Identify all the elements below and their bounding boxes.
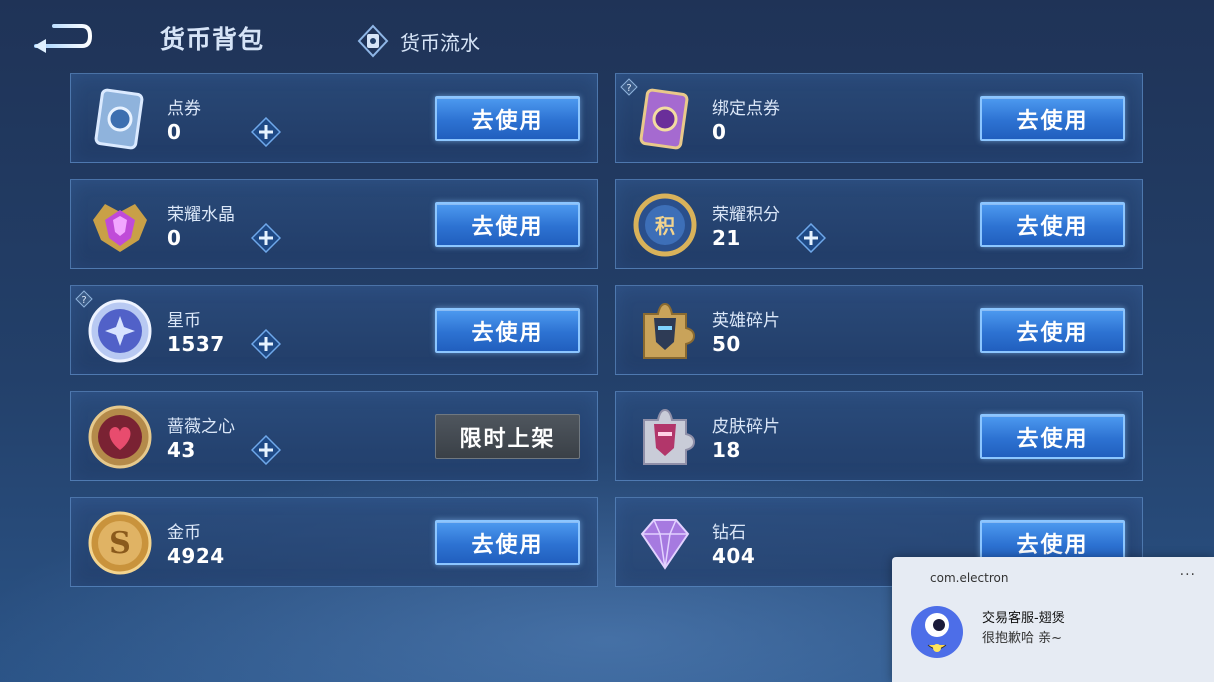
glory-points-icon: 积 (633, 193, 697, 257)
more-options-button[interactable]: ··· (1180, 567, 1196, 583)
currency-amount: 50 (712, 332, 741, 356)
currency-amount: 0 (167, 226, 182, 250)
currency-card-skin-fragment: 皮肤碎片 18 去使用 (615, 391, 1143, 481)
currency-amount: 0 (167, 120, 182, 144)
star-coin-icon (88, 299, 152, 363)
use-button[interactable]: 去使用 (435, 96, 580, 141)
currency-card-glory-points: 积 荣耀积分 21 去使用 (615, 179, 1143, 269)
currency-card-rose-heart: 蔷薇之心 43 限时上架 (70, 391, 598, 481)
rose-heart-icon (88, 405, 152, 469)
add-icon[interactable] (251, 117, 281, 147)
currency-amount: 21 (712, 226, 741, 250)
currency-name: 金币 (167, 523, 201, 543)
currency-name: 钻石 (712, 523, 746, 543)
currency-name: 星币 (167, 311, 201, 331)
notification-sender: 交易客服-翅煲 (982, 611, 1065, 626)
ticket-icon (94, 88, 144, 150)
bound-ticket-icon (639, 88, 689, 150)
currency-name: 荣耀积分 (712, 205, 780, 225)
currency-name: 英雄碎片 (712, 311, 780, 331)
flow-icon (357, 24, 389, 58)
currency-name: 绑定点券 (712, 99, 780, 119)
diamond-icon (640, 519, 690, 570)
notification-app-name: com.electron (930, 571, 1009, 585)
use-button[interactable]: 去使用 (435, 202, 580, 247)
svg-text:积: 积 (655, 214, 675, 238)
avatar (911, 606, 963, 658)
add-icon[interactable] (796, 223, 826, 253)
currency-name: 蔷薇之心 (167, 417, 235, 437)
currency-name: 荣耀水晶 (167, 205, 235, 225)
limited-time-button[interactable]: 限时上架 (435, 414, 580, 459)
currency-card-gold-coin: S 金币 4924 去使用 (70, 497, 598, 587)
page-title: 货币背包 (160, 25, 265, 54)
back-arrow-icon (34, 24, 93, 53)
notification-toast[interactable]: com.electron ··· 交易客服-翅煲 很抱歉哈 亲~ (892, 557, 1214, 682)
notification-message: 很抱歉哈 亲~ (982, 631, 1063, 646)
currency-flow-button[interactable]: 货币流水 (356, 24, 480, 58)
currency-card-ticket: 点券 0 去使用 (70, 73, 598, 163)
back-button[interactable] (28, 20, 94, 54)
add-icon[interactable] (251, 329, 281, 359)
currency-card-hero-fragment: 英雄碎片 50 去使用 (615, 285, 1143, 375)
currency-name: 皮肤碎片 (712, 417, 780, 437)
currency-amount: 4924 (167, 544, 225, 568)
currency-card-bound-ticket: ? 绑定点券 0 去使用 (615, 73, 1143, 163)
use-button[interactable]: 去使用 (980, 414, 1125, 459)
use-button[interactable]: 去使用 (980, 202, 1125, 247)
glory-crystal-icon (93, 204, 147, 252)
svg-text:S: S (109, 526, 131, 561)
use-button[interactable]: 去使用 (435, 308, 580, 353)
currency-amount: 404 (712, 544, 756, 568)
add-icon[interactable] (251, 435, 281, 465)
currency-amount: 18 (712, 438, 741, 462)
hero-fragment-icon (643, 302, 696, 359)
currency-amount: 0 (712, 120, 727, 144)
skin-fragment-icon (643, 408, 696, 465)
currency-amount: 43 (167, 438, 196, 462)
use-button[interactable]: 去使用 (980, 308, 1125, 353)
use-button[interactable]: 去使用 (980, 96, 1125, 141)
currency-amount: 1537 (167, 332, 225, 356)
currency-card-star-coin: ? 星币 1537 去使用 (70, 285, 598, 375)
currency-name: 点券 (167, 99, 201, 119)
gold-coin-icon: S (88, 511, 152, 575)
currency-card-glory-crystal: 荣耀水晶 0 去使用 (70, 179, 598, 269)
currency-flow-label: 货币流水 (400, 30, 480, 55)
add-icon[interactable] (251, 223, 281, 253)
use-button[interactable]: 去使用 (435, 520, 580, 565)
